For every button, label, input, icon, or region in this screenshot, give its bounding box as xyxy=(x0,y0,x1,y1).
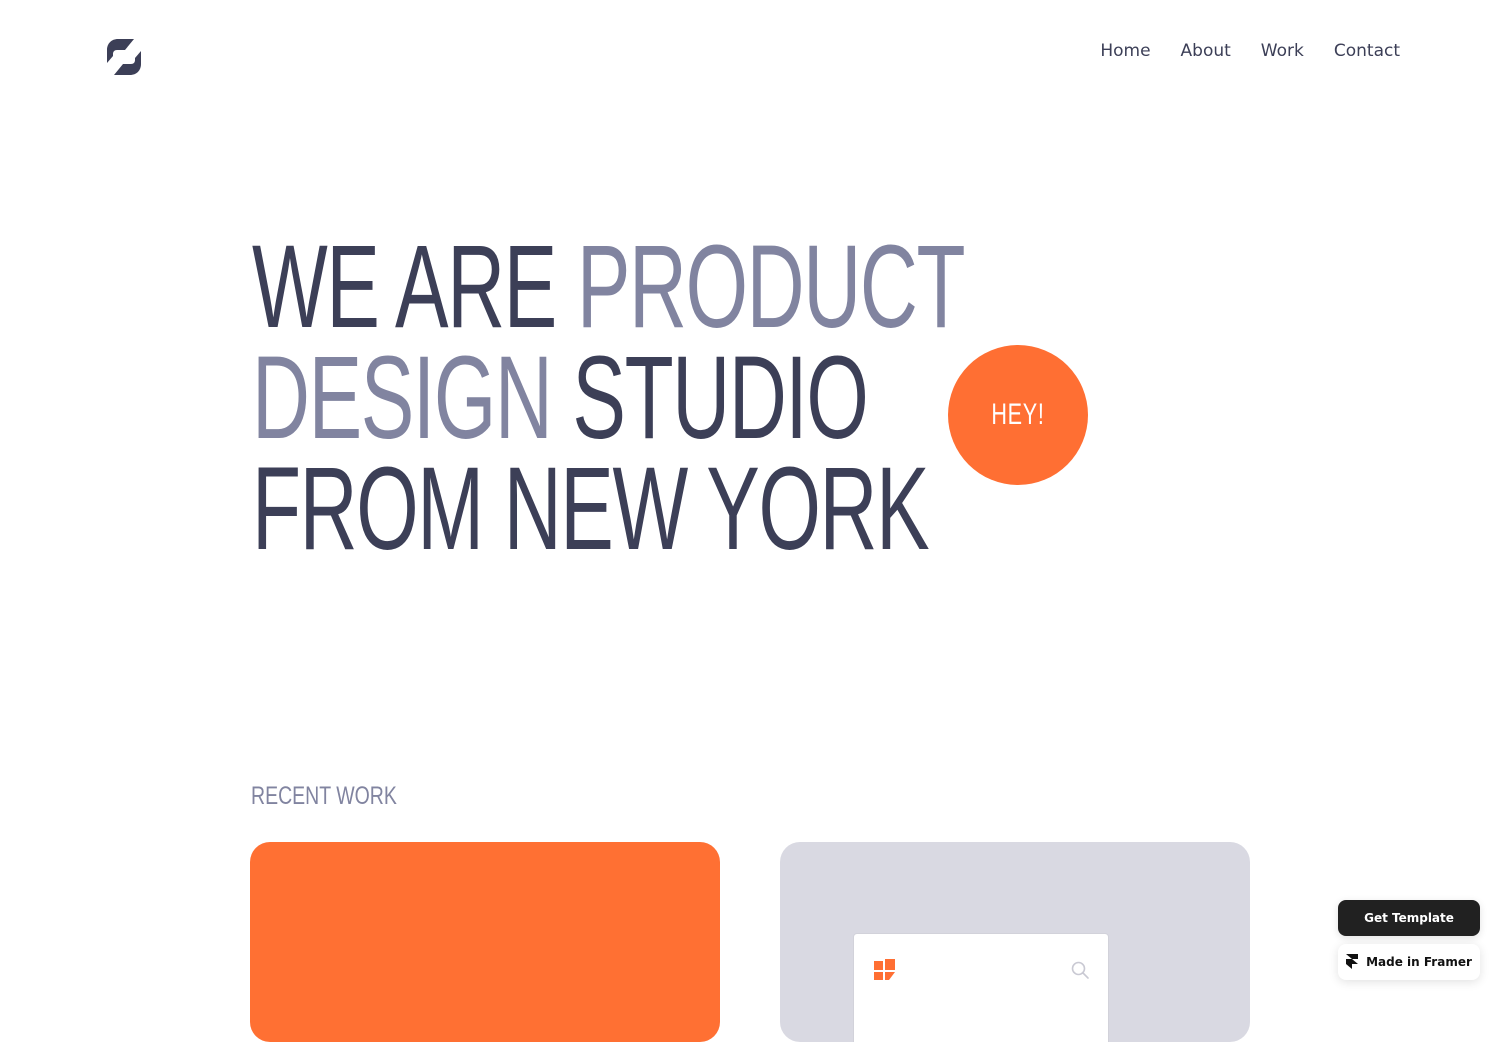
made-in-framer-label: Made in Framer xyxy=(1366,955,1472,969)
nav-contact[interactable]: Contact xyxy=(1334,41,1400,61)
hey-label: HEY! xyxy=(991,398,1045,431)
main-nav: Home About Work Contact xyxy=(1100,41,1400,61)
search-icon[interactable] xyxy=(1070,960,1090,980)
work-card-orange[interactable] xyxy=(250,842,720,1042)
hero-line-2: DESIGN STUDIO xyxy=(252,339,964,457)
nav-about[interactable]: About xyxy=(1181,41,1231,61)
work-card-gray[interactable] xyxy=(780,842,1250,1042)
studio-logo-icon[interactable] xyxy=(104,37,144,77)
hero-line-1: WE ARE PRODUCT xyxy=(252,228,965,346)
hero-text-from-new-york: FROM NEW YORK xyxy=(252,443,930,575)
orange-grid-logo-icon xyxy=(873,958,897,982)
nav-work[interactable]: Work xyxy=(1261,41,1304,61)
framer-icon xyxy=(1346,954,1359,970)
hero-heading: WE ARE PRODUCT DESIGN STUDIO FROM NEW YO… xyxy=(252,228,965,568)
mock-app-window xyxy=(854,934,1108,1042)
recent-work-title: RECENT WORK xyxy=(251,782,397,810)
made-in-framer-badge[interactable]: Made in Framer xyxy=(1338,944,1480,980)
hey-button[interactable]: HEY! xyxy=(948,345,1088,485)
hero-line-3: FROM NEW YORK xyxy=(252,450,964,568)
nav-home[interactable]: Home xyxy=(1100,41,1150,61)
get-template-button[interactable]: Get Template xyxy=(1338,900,1480,936)
